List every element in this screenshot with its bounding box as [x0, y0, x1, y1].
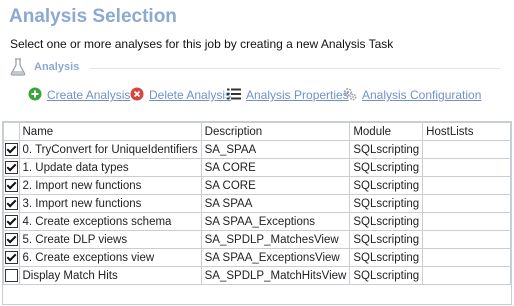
section-label: Analysis: [34, 61, 80, 73]
row-checkbox-cell: [3, 212, 20, 231]
header-checkbox-column: [3, 122, 20, 141]
delete-circle-icon: [130, 87, 144, 101]
create-analysis-label: Create Analysis: [47, 88, 131, 102]
row-checkbox-cell: [3, 248, 20, 267]
analysis-configuration-label: Analysis Configuration: [362, 88, 482, 102]
cell-description: SA SPAA_Exceptions: [200, 212, 351, 231]
row-checkbox[interactable]: [4, 179, 18, 192]
table-row[interactable]: 1. Update data types SA CORE SQLscripting: [3, 158, 511, 177]
cell-description: SA_SPAA: [200, 140, 351, 159]
cell-hostlists: [422, 194, 511, 213]
row-checkbox-cell: [3, 194, 20, 213]
cell-description: SA SPAA: [200, 194, 351, 213]
list-icon: [227, 88, 241, 100]
row-checkbox[interactable]: [4, 161, 18, 174]
cell-name: 5. Create DLP views: [18, 230, 202, 249]
cell-hostlists: [422, 140, 511, 159]
cell-description: SA_SPDLP_MatchHitsView: [200, 266, 351, 285]
row-checkbox-cell: [3, 176, 20, 195]
cell-hostlists: [422, 230, 511, 249]
table-row[interactable]: 6. Create exceptions view SA SPAA_Excepti…: [3, 248, 511, 267]
column-header-name[interactable]: Name: [18, 122, 202, 141]
cell-name: Display Match Hits: [18, 266, 202, 285]
cell-name: 1. Update data types: [18, 158, 202, 177]
cell-module: SQLscripting: [349, 212, 424, 231]
cell-module: SQLscripting: [349, 176, 424, 195]
cell-description: SA CORE: [200, 176, 351, 195]
analysis-properties-label: Analysis Properties: [246, 88, 349, 102]
cell-name: 3. Import new functions: [18, 194, 202, 213]
cell-module: SQLscripting: [349, 140, 424, 159]
row-checkbox[interactable]: [4, 269, 18, 282]
row-checkbox[interactable]: [4, 251, 18, 264]
table-row[interactable]: 5. Create DLP views SA_SPDLP_MatchesView S…: [3, 230, 511, 249]
row-checkbox-cell: [3, 140, 20, 159]
row-checkbox[interactable]: [4, 233, 18, 246]
analysis-table: Name Description Module HostLists 0. Try…: [3, 122, 511, 285]
cell-name: 2. Import new functions: [18, 176, 202, 195]
cell-name: 0. TryConvert for UniqueIdentifiers: [18, 140, 202, 159]
page-title: Analysis Selection: [9, 6, 177, 27]
row-checkbox[interactable]: [4, 215, 18, 228]
cell-hostlists: [422, 248, 511, 267]
analysis-grid: Name Description Module HostLists 0. Try…: [2, 121, 512, 305]
cell-module: SQLscripting: [349, 158, 424, 177]
cell-description: SA_SPDLP_MatchesView: [200, 230, 351, 249]
table-row[interactable]: 0. TryConvert for UniqueIdentifiers SA_SP…: [3, 140, 511, 159]
row-checkbox[interactable]: [4, 143, 18, 156]
cell-name: 6. Create exceptions view: [18, 248, 202, 267]
row-checkbox[interactable]: [4, 197, 18, 210]
cell-hostlists: [422, 176, 511, 195]
table-row[interactable]: Display Match Hits SA_SPDLP_MatchHitsView…: [3, 266, 511, 285]
delete-analysis-label: Delete Analysis: [149, 88, 232, 102]
row-checkbox-cell: [3, 266, 20, 285]
plus-circle-icon: [28, 87, 42, 101]
column-header-description[interactable]: Description: [200, 122, 351, 141]
analysis-section-header: Analysis: [10, 58, 500, 78]
gears-icon: [343, 87, 357, 101]
cell-description: SA CORE: [200, 158, 351, 177]
cell-description: SA SPAA_ExceptionsView: [200, 248, 351, 267]
table-row[interactable]: 4. Create exceptions schema SA SPAA_Excep…: [3, 212, 511, 231]
page-subtitle: Select one or more analyses for this job…: [10, 37, 394, 51]
row-checkbox-cell: [3, 158, 20, 177]
cell-hostlists: [422, 158, 511, 177]
flask-icon: [10, 58, 26, 76]
section-divider: [90, 68, 500, 69]
cell-module: SQLscripting: [349, 194, 424, 213]
cell-module: SQLscripting: [349, 248, 424, 267]
cell-hostlists: [422, 212, 511, 231]
table-header-row: Name Description Module HostLists: [3, 122, 511, 141]
cell-module: SQLscripting: [349, 230, 424, 249]
cell-hostlists: [422, 266, 511, 285]
cell-name: 4. Create exceptions schema: [18, 212, 202, 231]
table-row[interactable]: 3. Import new functions SA SPAA SQLscripti…: [3, 194, 511, 213]
column-header-hostlists[interactable]: HostLists: [422, 122, 511, 141]
row-checkbox-cell: [3, 230, 20, 249]
cell-module: SQLscripting: [349, 266, 424, 285]
table-row[interactable]: 2. Import new functions SA CORE SQLscripti…: [3, 176, 511, 195]
column-header-module[interactable]: Module: [349, 122, 424, 141]
